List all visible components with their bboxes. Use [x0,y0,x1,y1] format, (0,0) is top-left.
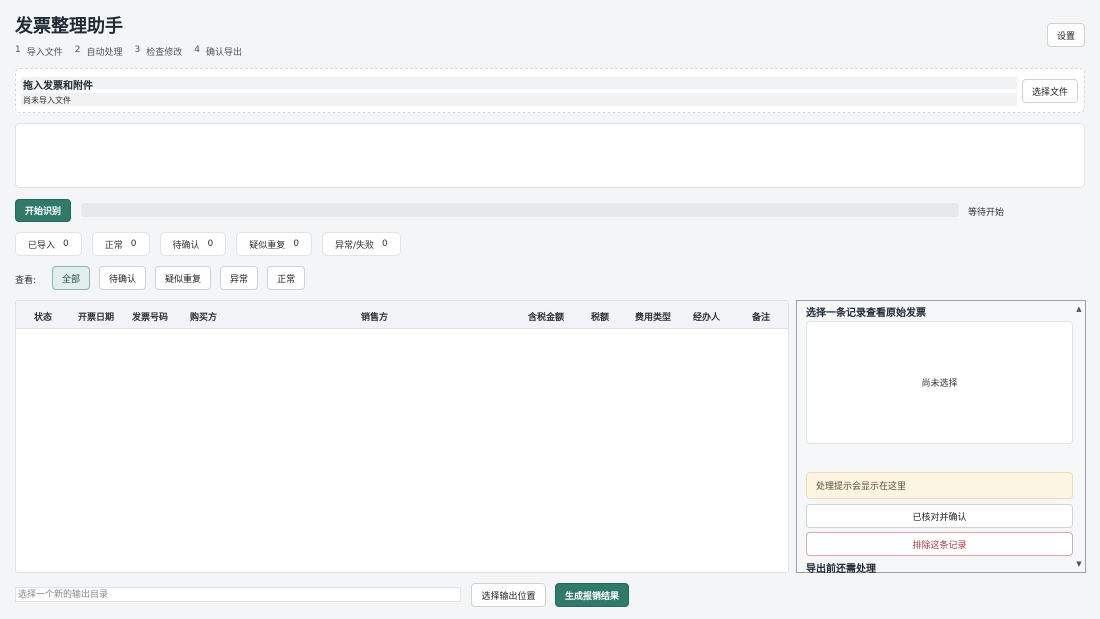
stat-pending: 待确认 0 [159,232,227,256]
app-title: 发票整理助手 [15,16,123,37]
column-header-invoice-number[interactable]: 发票号码 [132,310,168,323]
progress-status: 等待开始 [968,208,1005,218]
settings-button[interactable]: 设置 [1047,23,1085,47]
dropzone-title: 拖入发票和附件 [23,81,93,92]
filter-label: 查看: [15,276,37,286]
processing-hint: 处理提示会显示在这里 [806,472,1073,499]
stat-error: 异常/失败 0 [322,232,401,256]
step-process: 2 自动处理 [74,45,123,58]
step-review: 3 检查修改 [134,45,183,58]
column-header-handler[interactable]: 经办人 [693,310,720,323]
column-header-buyer[interactable]: 购买方 [190,310,217,323]
stat-duplicate: 疑似重复 0 [236,232,312,256]
file-list[interactable] [15,123,1085,188]
step-indicator: 1 导入文件 2 自动处理 3 检查修改 4 确认导出 [15,45,254,58]
filter-group: 全部 待确认 疑似重复 异常 正常 [52,266,306,290]
stat-imported: 已导入 0 [15,232,82,256]
generate-result-button[interactable]: 生成报销结果 [555,583,629,607]
column-header-date[interactable]: 开票日期 [78,310,114,323]
output-directory-input[interactable] [15,587,461,602]
invoice-preview: 尚未选择 [806,321,1073,444]
progress-bar [81,203,959,217]
dropzone-status: 尚未导入文件 [23,96,71,105]
exclude-record-button[interactable]: 排除这条记录 [806,532,1073,556]
stats-row: 已导入 0 正常 0 待确认 0 疑似重复 0 异常/失败 0 [15,232,401,256]
detail-panel-scrollbar[interactable]: ▲ ▼ [1074,302,1084,571]
detail-panel: 选择一条记录查看原始发票 尚未选择 处理提示会显示在这里 已核对并确认 排除这条… [796,300,1086,575]
filter-pending-button[interactable]: 待确认 [99,266,147,290]
choose-file-button[interactable]: 选择文件 [1022,79,1078,103]
filter-error-button[interactable]: 异常 [220,266,259,290]
filter-all-button[interactable]: 全部 [52,266,91,290]
column-header-seller[interactable]: 销售方 [361,310,388,323]
detail-panel-title: 选择一条记录查看原始发票 [806,308,926,319]
column-header-expense-type[interactable]: 费用类型 [635,310,671,323]
step-import: 1 导入文件 [15,45,63,58]
scroll-down-arrow-icon[interactable]: ▼ [1074,559,1084,569]
filter-duplicate-button[interactable]: 疑似重复 [155,266,212,290]
pending-export-title: 导出前还需处理 [806,564,876,575]
column-header-amount[interactable]: 含税金额 [528,310,564,323]
scrollbar-thumb[interactable] [1076,316,1082,376]
start-recognition-button[interactable]: 开始识别 [15,199,71,222]
stat-normal: 正常 0 [91,232,150,256]
choose-output-button[interactable]: 选择输出位置 [471,583,546,607]
invoice-table[interactable]: 状态 开票日期 发票号码 购买方 销售方 含税金额 税额 费用类型 经办人 备注 [15,300,789,573]
confirm-record-button[interactable]: 已核对并确认 [806,504,1073,528]
column-header-status[interactable]: 状态 [34,310,52,323]
column-header-notes[interactable]: 备注 [752,310,770,323]
column-header-tax[interactable]: 税额 [591,310,609,323]
filter-normal-button[interactable]: 正常 [267,266,306,290]
file-dropzone[interactable]: 拖入发票和附件 尚未导入文件 选择文件 [15,68,1085,113]
table-header: 状态 开票日期 发票号码 购买方 销售方 含税金额 税额 费用类型 经办人 备注 [16,301,788,329]
scroll-up-arrow-icon[interactable]: ▲ [1074,304,1084,314]
step-export: 4 确认导出 [194,45,242,58]
